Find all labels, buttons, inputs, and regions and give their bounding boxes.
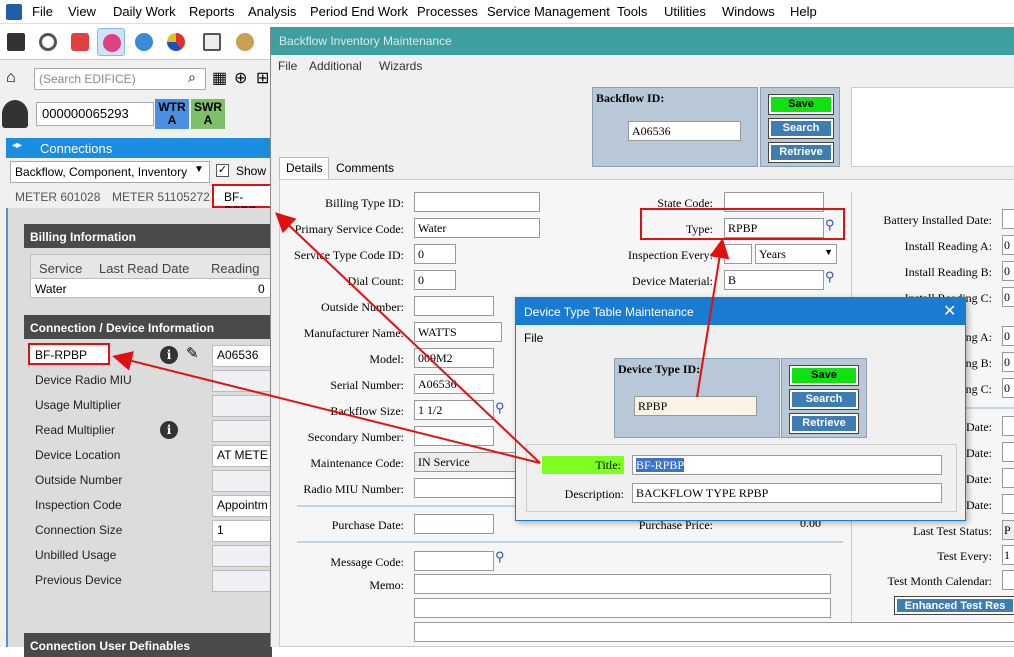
annotation-arrows [112,212,730,464]
arrow-to-device-id [112,351,541,464]
arrow-to-type-field [696,238,730,398]
arrow-to-bf-tab [275,212,541,464]
